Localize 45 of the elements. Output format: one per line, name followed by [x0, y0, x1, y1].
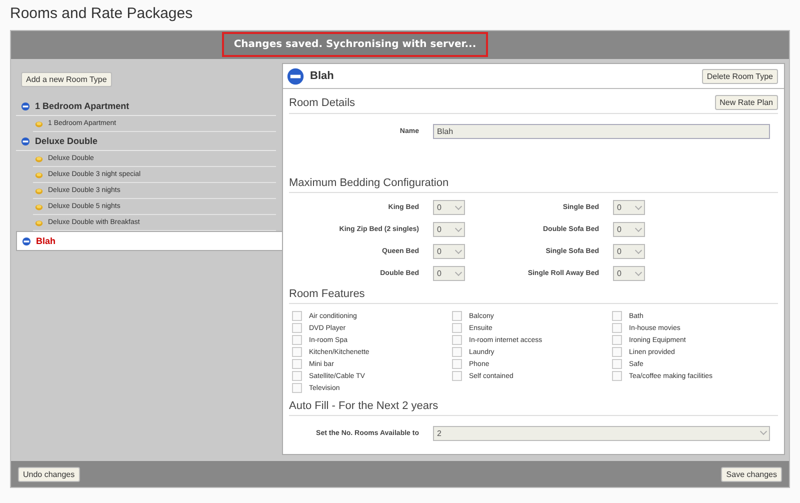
bed-count-dropdown[interactable]: 0 — [613, 266, 645, 281]
section-heading: Maximum Bedding Configuration — [289, 177, 449, 189]
bed-count-dropdown[interactable]: 0 — [433, 244, 465, 259]
room-type-item[interactable]: Deluxe Double — [16, 132, 276, 151]
checkbox[interactable] — [612, 347, 622, 357]
checkbox[interactable] — [292, 323, 302, 333]
new-rate-plan-button[interactable]: New Rate Plan — [714, 95, 778, 110]
status-notification: Changes saved. Sychronising with server... — [222, 32, 488, 57]
section-heading: Room Features — [289, 288, 365, 300]
checkbox[interactable] — [292, 347, 302, 357]
checkbox[interactable] — [452, 359, 462, 369]
delete-room-type-button[interactable]: Delete Room Type — [702, 68, 778, 84]
section-heading: Room Details — [289, 96, 356, 108]
section-heading: Auto Fill - For the Next 2 years — [289, 400, 438, 412]
bed-count-dropdown[interactable]: 0 — [613, 200, 645, 215]
checkbox[interactable] — [292, 359, 302, 369]
bed-count-dropdown[interactable]: 0 — [433, 222, 465, 237]
bed-count-dropdown[interactable]: 0 — [433, 200, 465, 215]
room-type-title: Blah — [310, 70, 335, 82]
bed-count-dropdown[interactable]: 0 — [613, 244, 645, 259]
checkbox[interactable] — [612, 323, 622, 333]
checkbox[interactable] — [452, 311, 462, 321]
checkbox[interactable] — [452, 371, 462, 381]
checkbox[interactable] — [292, 371, 302, 381]
checkbox[interactable] — [292, 335, 302, 345]
undo-changes-button[interactable]: Undo changes — [18, 466, 80, 482]
name-input-field[interactable]: Blah — [433, 124, 770, 138]
room-type-item[interactable]: 1 Bedroom Apartment — [16, 97, 276, 116]
bed-count-dropdown[interactable]: 0 — [613, 222, 645, 237]
bed-count-dropdown[interactable]: 0 — [433, 266, 465, 281]
checkbox[interactable] — [452, 335, 462, 345]
checkbox[interactable] — [452, 323, 462, 333]
coin-icon — [35, 120, 43, 128]
checkbox[interactable] — [292, 383, 302, 393]
checkbox[interactable] — [612, 311, 622, 321]
add-room-type-button[interactable]: Add a new Room Type — [21, 72, 112, 87]
room-type-item[interactable]: Blah — [16, 231, 282, 251]
checkbox[interactable] — [292, 311, 302, 321]
page-title: Rooms and Rate Packages — [9, 4, 194, 24]
rooms-available-dropdown[interactable]: 2 — [433, 426, 770, 440]
checkbox[interactable] — [452, 347, 462, 357]
checkbox[interactable] — [612, 335, 622, 345]
save-changes-button[interactable]: Save changes — [721, 466, 782, 482]
checkbox[interactable] — [612, 359, 622, 369]
checkbox[interactable] — [612, 371, 622, 381]
